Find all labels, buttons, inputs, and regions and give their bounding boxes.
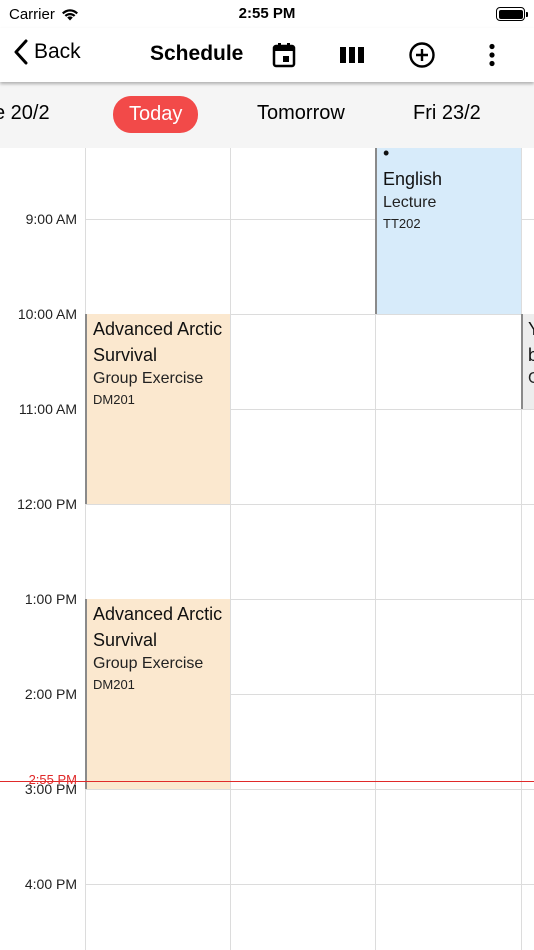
hour-line <box>85 789 534 790</box>
hour-label: 10:00 AM <box>17 306 77 322</box>
plus-circle-icon <box>409 42 435 68</box>
column-view-button[interactable] <box>337 40 367 70</box>
event-type: Group Exercise <box>93 370 204 387</box>
day-selector: e 20/2 Today Tomorrow Fri 23/2 <box>0 82 534 148</box>
calendar-button[interactable] <box>269 40 299 70</box>
event-room: TT202 <box>383 216 421 231</box>
day-today[interactable]: Today <box>113 96 199 133</box>
hour-label: 12:00 PM <box>17 496 77 512</box>
hour-line <box>85 884 534 885</box>
event-type-fragment: G <box>528 368 534 390</box>
column-divider <box>521 148 522 950</box>
navigation-bar: Back Schedule <box>0 28 534 82</box>
battery-icon <box>496 7 528 21</box>
event-title-fragment: b <box>528 342 534 368</box>
schedule-grid[interactable]: 9:00 AM 10:00 AM 11:00 AM 12:00 PM 1:00 … <box>0 148 534 950</box>
hour-label: 4:00 PM <box>24 876 77 892</box>
column-divider <box>85 148 86 950</box>
event-title: Advanced Arctic Survival <box>93 604 223 650</box>
status-bar: Carrier 2:55 PM <box>0 0 534 28</box>
hour-label: 2:00 PM <box>24 686 77 702</box>
day-tomorrow[interactable]: Tomorrow <box>257 102 345 125</box>
column-divider <box>230 148 231 950</box>
event-type: Group Exercise <box>93 655 204 672</box>
current-time-line <box>0 781 534 782</box>
event-title-fragment: Y <box>528 316 534 342</box>
hour-label: 9:00 AM <box>25 211 77 227</box>
hour-line <box>85 504 534 505</box>
page-title: Schedule <box>150 42 244 65</box>
calendar-icon <box>272 43 296 68</box>
columns-icon <box>340 47 364 63</box>
back-button[interactable]: Back <box>14 39 81 65</box>
add-event-button[interactable] <box>407 40 437 70</box>
event-offscreen[interactable]: Y b G <box>521 314 534 409</box>
event-room: DM201 <box>93 677 135 692</box>
event-title: English <box>383 169 443 189</box>
hour-label: 11:00 AM <box>18 401 77 417</box>
event-arctic-survival-afternoon[interactable]: Advanced Arctic Survival Group Exercise … <box>85 599 230 789</box>
event-type: Lecture <box>383 194 437 211</box>
chevron-left-icon <box>14 39 28 65</box>
event-english-lecture[interactable]: • English Lecture TT202 <box>375 148 521 314</box>
event-arctic-survival-morning[interactable]: Advanced Arctic Survival Group Exercise … <box>85 314 230 504</box>
event-room: DM201 <box>93 392 135 407</box>
status-time: 2:55 PM <box>238 5 296 22</box>
more-options-button[interactable] <box>477 40 507 70</box>
hour-label: 1:00 PM <box>24 591 77 607</box>
back-label: Back <box>34 40 81 63</box>
day-next[interactable]: Fri 23/2 <box>413 102 481 125</box>
day-previous[interactable]: e 20/2 <box>0 102 50 125</box>
event-title-fragment: • <box>383 148 390 163</box>
more-vertical-icon <box>489 43 495 67</box>
current-time-label: 2:55 PM <box>28 772 77 787</box>
event-title: Advanced Arctic Survival <box>93 319 223 365</box>
